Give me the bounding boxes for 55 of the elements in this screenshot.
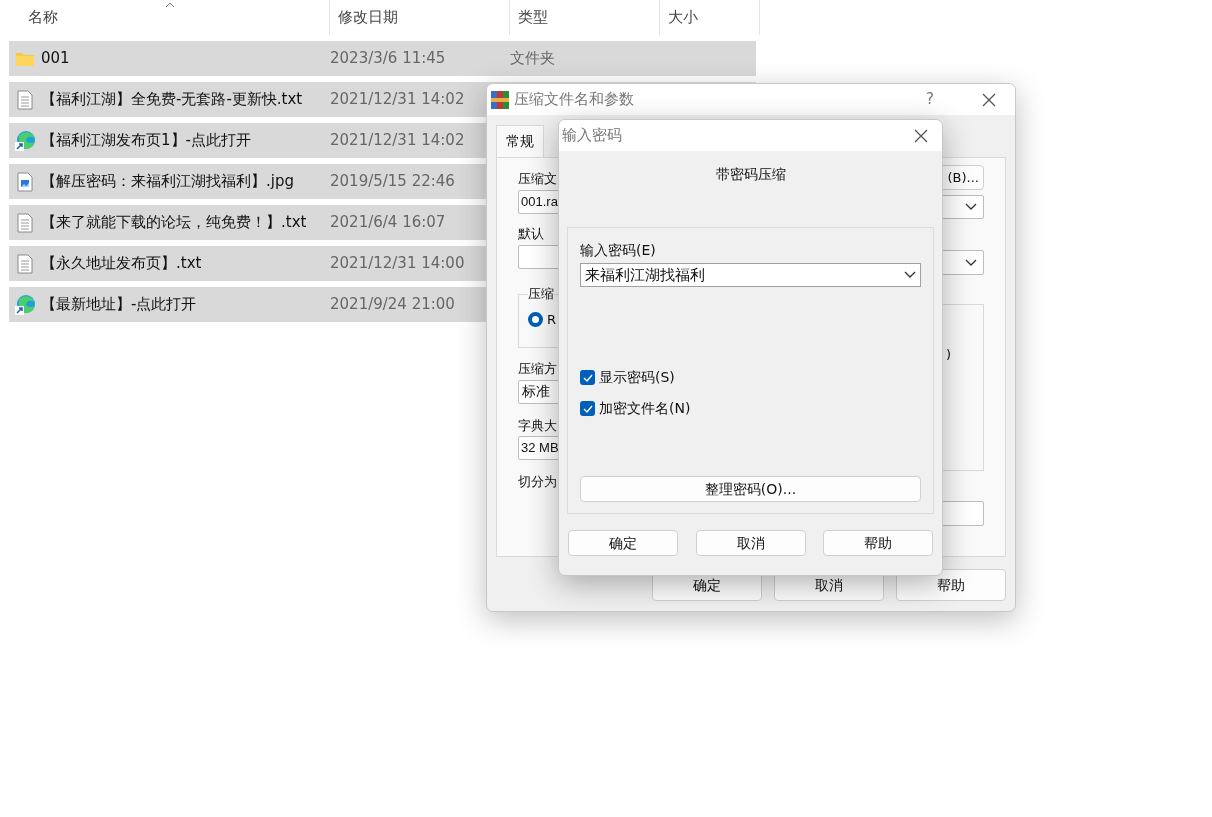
column-header[interactable]: 大小 (660, 0, 760, 35)
password-field[interactable]: 来福利江湖找福利 (580, 263, 921, 287)
field-label: 字典大 (518, 416, 558, 435)
file-name: 【最新地址】-点此打开 (41, 294, 197, 316)
file-name: 【福利江湖发布页1】-点此打开 (41, 130, 251, 152)
modified-date: 2021/12/31 14:02 (330, 130, 465, 152)
file-name: 【福利江湖】全免费-无套路-更新快.txt (41, 89, 303, 111)
column-header[interactable]: 名称 (0, 0, 330, 35)
tab[interactable]: 常规 (496, 125, 544, 157)
browser-shortcut-icon (14, 293, 36, 316)
field-label: 压缩方 (518, 360, 558, 378)
chevron-down-icon (965, 258, 977, 267)
field-label: 压缩文 (518, 170, 558, 188)
window-title: 输入密码 (562, 125, 623, 147)
modified-date: 2021/6/4 16:07 (330, 212, 446, 234)
folder-icon (15, 50, 35, 67)
file-type: 文件夹 (510, 48, 555, 70)
field-label: 默认 (518, 224, 545, 243)
radio-button[interactable] (528, 311, 543, 327)
file-name: 001 (41, 48, 70, 70)
option-fragment: ) (945, 346, 951, 364)
modified-date: 2021/12/31 14:00 (330, 253, 465, 275)
file-row[interactable]: 001 2023/3/6 11:45 文件夹 (9, 41, 756, 76)
chevron-down-icon (965, 203, 977, 211)
window-title: 压缩文件名和参数 (514, 89, 635, 111)
modified-date: 2019/5/15 22:46 (330, 171, 455, 193)
help-button[interactable]: ? (926, 88, 934, 111)
modified-date: 2023/3/6 11:45 (330, 48, 446, 70)
browser-shortcut-icon (14, 129, 36, 152)
archive-app-icon (490, 89, 510, 110)
column-header[interactable]: 类型 (510, 0, 660, 35)
checkbox-label: 加密文件名(N) (599, 399, 691, 418)
text-file-icon (17, 253, 33, 274)
close-icon[interactable] (982, 92, 996, 107)
file-name: 【来了就能下载的论坛，纯免费！】.txt (41, 212, 307, 234)
image-file-icon (17, 171, 33, 192)
dialog-button[interactable]: 帮助 (823, 530, 933, 556)
checkbox-label: 显示密码(S) (599, 368, 675, 387)
organize-button[interactable]: 整理密码(O)... (580, 476, 921, 502)
close-icon[interactable] (914, 128, 928, 143)
sort-caret-icon (164, 2, 175, 8)
checkbox[interactable] (580, 401, 595, 416)
column-header[interactable]: 修改日期 (330, 0, 510, 35)
dialog-button[interactable]: 确定 (568, 530, 678, 556)
chevron-down-icon (904, 271, 916, 279)
file-name: 【永久地址发布页】.txt (41, 253, 202, 275)
text-file-icon (17, 212, 33, 233)
file-name: 【解压密码：来福利江湖找福利】.jpg (41, 171, 294, 193)
field-label: 切分为 (518, 473, 558, 491)
checkbox[interactable] (580, 370, 595, 385)
modified-date: 2021/9/24 21:00 (330, 294, 455, 316)
text-file-icon (17, 89, 33, 110)
dialog-button[interactable]: 取消 (695, 530, 806, 556)
modified-date: 2021/12/31 14:02 (330, 89, 465, 111)
dialog-button[interactable]: 帮助 (896, 569, 1006, 601)
